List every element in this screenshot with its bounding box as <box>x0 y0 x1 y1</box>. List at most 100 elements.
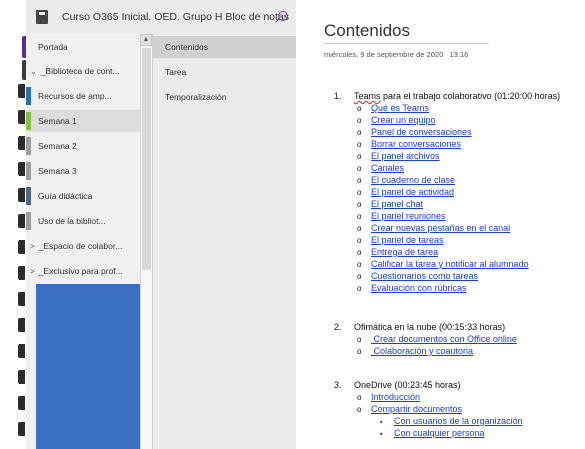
section-color-marker <box>26 187 31 205</box>
list-link-item[interactable]: o El cuaderno de clase <box>357 175 455 185</box>
section-color-marker <box>26 112 31 130</box>
list-link-item[interactable]: o El panel archivos <box>357 151 440 161</box>
binder-ring-icon <box>18 266 25 280</box>
list-link-item[interactable]: o Canales <box>357 163 404 173</box>
scroll-up-arrow-icon[interactable]: ▲ <box>140 34 152 46</box>
section-color-block <box>36 284 142 449</box>
list-link-item[interactable]: o Crear un equipo <box>357 115 436 125</box>
outline-link[interactable]: Evaluación con rúbricas <box>371 283 467 293</box>
list-item[interactable]: 3. OneDrive (00:23:45 horas) <box>334 380 461 390</box>
section-group-exclusivo[interactable]: > _Exclusivo para prof... <box>26 260 152 282</box>
outline-link[interactable]: El panel de actividad <box>371 187 454 197</box>
list-link-item[interactable]: o El panel de actividad <box>357 187 454 197</box>
outline-link[interactable]: El panel chat <box>371 199 423 209</box>
list-link-item[interactable]: o El panel reuniones <box>357 211 446 221</box>
outline-link[interactable]: Cuestionarios como tareas <box>371 271 478 281</box>
notebook-header[interactable]: Curso O365 Inicial. OED. Grupo H Bloc de… <box>26 0 296 34</box>
notebook-binder <box>0 0 27 449</box>
section-group-espacio[interactable]: > _Espacio de colabor... <box>26 235 152 257</box>
outline-link[interactable]: El cuaderno de clase <box>371 175 455 185</box>
section-label: Semana 3 <box>38 166 77 176</box>
outline-link[interactable]: Crear documentos con Office online <box>371 334 517 344</box>
binder-ring-icon <box>18 110 25 124</box>
section-semana-1[interactable]: Semana 1 <box>26 110 152 132</box>
list-item-text: para el trabajo colaborativo (01:20:00 h… <box>380 91 561 101</box>
section-recursos[interactable]: Recursos de amp... <box>26 85 152 107</box>
binder-ring-icon <box>18 292 25 306</box>
page-temporalizacion[interactable]: Temporalización <box>153 86 297 108</box>
page-tarea[interactable]: Tarea <box>153 61 297 83</box>
binder-ring-icon <box>18 214 25 228</box>
section-portada[interactable]: Portada <box>26 36 152 58</box>
list-link-item[interactable]: o Calificar la tarea y notificar al alumn… <box>357 259 529 269</box>
list-link-item[interactable]: o Crear documentos con Office online <box>357 334 517 344</box>
outline-link[interactable]: El panel de tareas <box>371 235 444 245</box>
section-label: Semana 1 <box>38 116 77 126</box>
chevron-right-icon[interactable]: > <box>26 242 35 251</box>
notebook-title[interactable]: Curso O365 Inicial. OED. Grupo H Bloc de… <box>62 11 289 23</box>
page-time: 13:16 <box>449 50 469 59</box>
notebook-icon <box>36 10 48 24</box>
list-link-item[interactable]: o El panel de tareas <box>357 235 444 245</box>
outline-link[interactable]: Borrar conversaciones <box>371 139 461 149</box>
chevron-right-icon[interactable]: > <box>26 267 35 276</box>
list-number: 1. <box>334 91 342 101</box>
page-contenidos[interactable]: Contenidos <box>153 36 297 58</box>
list-link-subitem[interactable]: ▪ Con usuarios de la organización <box>380 416 523 426</box>
section-group-biblioteca[interactable]: ⌄ _Biblioteca de cont... <box>26 60 152 82</box>
section-uso-biblioteca[interactable]: Uso de la bibliot... <box>26 210 152 232</box>
page-content[interactable]: Contenidos miércoles, 9 de septiembre de… <box>296 0 585 449</box>
list-link-subitem[interactable]: ▪ Con cualquier persona <box>380 428 485 438</box>
list-item[interactable]: 2. Ofimática en la nube (00:15:33 horas) <box>334 322 505 332</box>
outline-link[interactable]: Con usuarios de la organización <box>394 416 523 426</box>
section-color-marker <box>26 87 31 105</box>
outline-link[interactable]: Colaboración y coautoria <box>371 346 474 356</box>
outline-link[interactable]: Entrega de tarea <box>371 247 438 257</box>
section-color-marker <box>26 137 31 155</box>
section-semana-2[interactable]: Semana 2 <box>26 135 152 157</box>
scrollbar-thumb[interactable] <box>142 48 151 270</box>
outline-link[interactable]: Qué es Teams <box>371 103 429 113</box>
search-icon[interactable] <box>278 11 288 21</box>
section-group-label: _Exclusivo para prof... <box>38 266 123 276</box>
list-link-item[interactable]: o Colaboración y coautoria <box>357 346 473 356</box>
page-date-day: miércoles, 9 de septiembre de 2020 <box>324 50 444 59</box>
binder-ring-icon <box>18 162 25 176</box>
sections-scrollbar[interactable] <box>140 46 152 449</box>
list-link-item[interactable]: o Introducción <box>357 392 420 402</box>
binder-ring-icon <box>18 318 25 332</box>
list-link-item[interactable]: o El panel chat <box>357 199 423 209</box>
section-guia-didactica[interactable]: Guía didáctica <box>26 185 152 207</box>
section-label: Portada <box>38 42 68 52</box>
outline-link[interactable]: Introducción <box>371 392 420 402</box>
title-divider <box>324 43 489 44</box>
outline-link[interactable]: Crear un equipo <box>371 115 436 125</box>
outline-link[interactable]: Panel de conversaciones <box>371 127 472 137</box>
list-link-item[interactable]: o Qué es Teams <box>357 103 429 113</box>
outline-link[interactable]: Con cualquier persona <box>394 428 485 438</box>
list-link-item[interactable]: o Entrega de tarea <box>357 247 438 257</box>
outline-link[interactable]: Canales <box>371 163 404 173</box>
list-link-item[interactable]: o Cuestionarios como tareas <box>357 271 478 281</box>
list-link-item[interactable]: o Crear nuevas pestañas en el canal <box>357 223 510 233</box>
list-link-item[interactable]: o Evaluación con rúbricas <box>357 283 467 293</box>
sections-pane: Portada ⌄ _Biblioteca de cont... Recurso… <box>26 34 152 449</box>
chevron-down-icon[interactable]: ⌄ <box>26 67 37 76</box>
outline-link[interactable]: El panel reuniones <box>371 211 446 221</box>
page-label: Contenidos <box>165 42 209 52</box>
list-item-text: OneDrive (00:23:45 horas) <box>354 380 461 390</box>
page-title[interactable]: Contenidos <box>324 21 410 41</box>
section-semana-3[interactable]: Semana 3 <box>26 160 152 182</box>
section-group-label: _Biblioteca de cont... <box>40 66 120 76</box>
section-label: Semana 2 <box>38 141 77 151</box>
outline-link[interactable]: Compartir documentos <box>371 404 462 414</box>
list-link-item[interactable]: o Compartir documentos <box>357 404 462 414</box>
outline-link[interactable]: Calificar la tarea y notificar al alumna… <box>371 259 529 269</box>
list-link-item[interactable]: o Panel de conversaciones <box>357 127 472 137</box>
list-link-item[interactable]: o Borrar conversaciones <box>357 139 461 149</box>
section-color-marker <box>26 162 31 180</box>
outline-link[interactable]: Crear nuevas pestañas en el canal <box>371 223 510 233</box>
list-item[interactable]: 1. Teams para el trabajo colaborativo (01… <box>334 91 560 101</box>
page-label: Tarea <box>165 67 187 77</box>
outline-link[interactable]: El panel archivos <box>371 151 440 161</box>
